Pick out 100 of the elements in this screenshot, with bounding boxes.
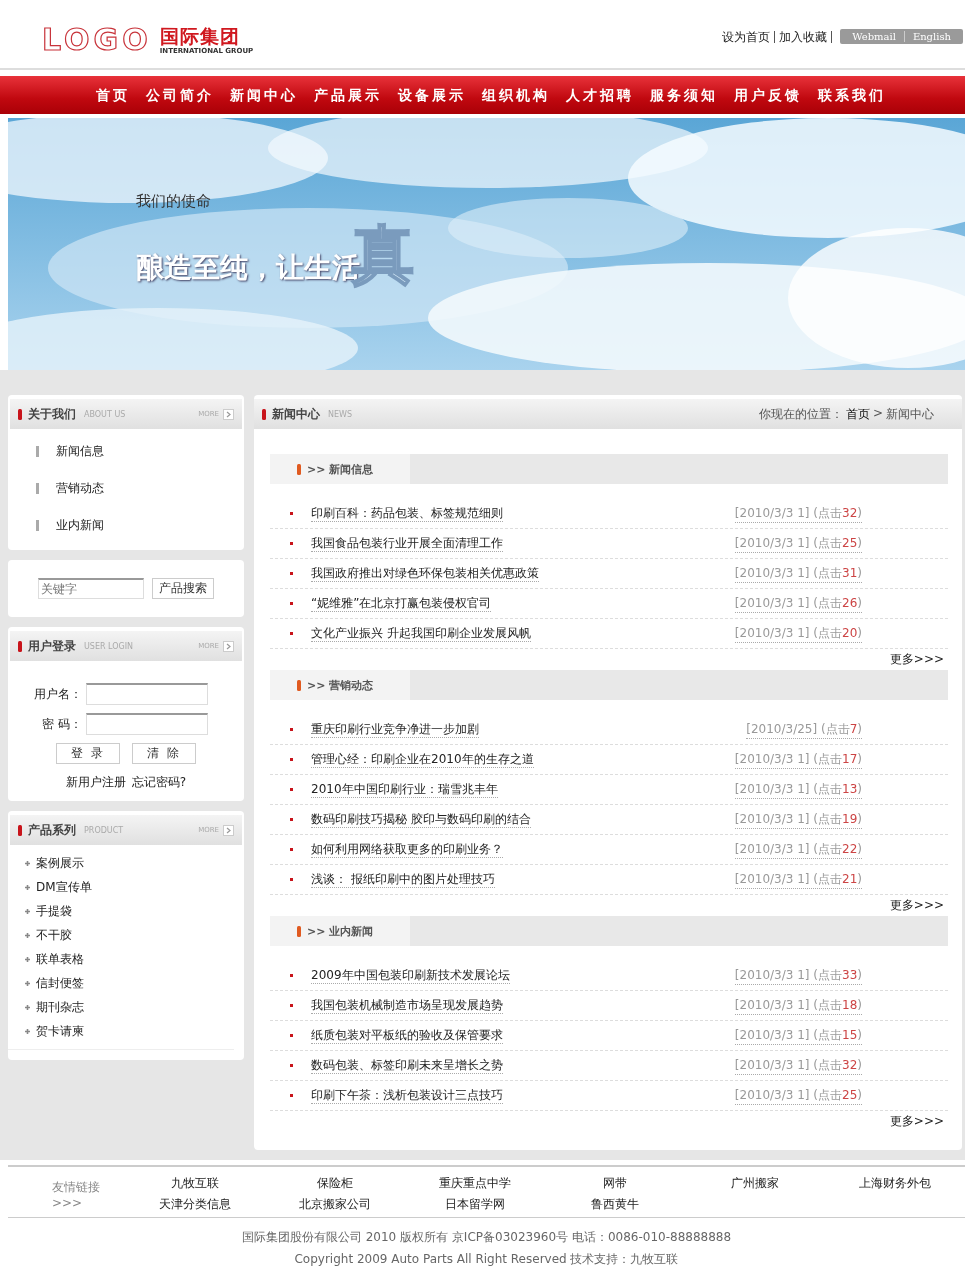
bullet-icon [290, 542, 293, 545]
nav-link[interactable]: 联系我们 [809, 85, 894, 105]
product-link[interactable]: DM宣传单 [36, 878, 92, 896]
marker-icon [18, 640, 22, 652]
news-meta: [2010/3/3 1] (点击25) [734, 1086, 862, 1105]
friend-link[interactable]: 北京搬家公司 [265, 1196, 405, 1213]
friend-link[interactable]: 九牧互联 [125, 1175, 265, 1192]
news-link[interactable]: 2009年中国包装印刷新技术发展论坛 [311, 967, 510, 984]
panel-title: 产品系列 [28, 821, 76, 839]
panel-title: 新闻中心 [272, 405, 320, 423]
news-meta: [2010/3/3 1] (点击19) [734, 810, 862, 829]
nav-link[interactable]: 组织机构 [473, 85, 558, 105]
more-link[interactable]: 更多>>> [889, 897, 944, 914]
news-meta: [2010/3/3 1] (点击18) [734, 996, 862, 1015]
product-link[interactable]: 不干胶 [36, 926, 72, 944]
news-link[interactable]: 重庆印刷行业竞争净进一步加剧 [311, 721, 479, 738]
news-meta: [2010/3/3 1] (点击26) [734, 594, 862, 613]
login-button[interactable]: 登 录 [56, 743, 120, 764]
product-link[interactable]: 期刊杂志 [36, 998, 84, 1016]
friend-link[interactable]: 日本留学网 [405, 1196, 545, 1213]
product-link[interactable]: 贺卡请柬 [36, 1022, 84, 1040]
news-meta: [2010/3/3 1] (点击32) [734, 504, 862, 523]
friend-link[interactable]: 重庆重点中学 [405, 1175, 545, 1192]
nav-link[interactable]: 用户反馈 [725, 85, 810, 105]
more-link[interactable]: 更多>>> [889, 1113, 944, 1130]
breadcrumb-link[interactable]: 新闻中心 [886, 405, 934, 423]
field-label: 用户名： [33, 685, 82, 703]
product-link[interactable]: 信封便签 [36, 974, 84, 992]
input-field[interactable] [86, 713, 208, 735]
panel-subtitle: PRODUCT [84, 825, 124, 835]
news-link[interactable]: 文化产业振兴 升起我国印刷企业发展风帆 [311, 625, 531, 642]
login-button[interactable]: 清 除 [132, 743, 196, 764]
news-link[interactable]: 我国政府推出对绿色环保包装相关优惠政策 [311, 565, 539, 582]
arrow-icon [223, 408, 234, 420]
nav-link[interactable]: 公司简介 [137, 85, 222, 105]
links-label: 友情链接>>> [52, 1178, 101, 1210]
arrow-icon [223, 824, 234, 836]
nav-link[interactable]: 产品展示 [305, 85, 390, 105]
news-link[interactable]: 如何利用网络获取更多的印刷业务？ [311, 841, 503, 858]
top-link[interactable]: 设为首页 [718, 30, 776, 43]
search-field[interactable]: 关键字 [38, 578, 144, 599]
section-title: >> 业内新闻 [307, 923, 374, 939]
breadcrumb-link[interactable]: 首页 [845, 405, 870, 423]
panel-title: 关于我们 [28, 405, 76, 423]
news-meta: [2010/3/3 1] (点击17) [734, 750, 862, 769]
friend-link[interactable]: 上海财务外包 [825, 1175, 965, 1192]
input-field[interactable] [86, 683, 208, 705]
nav-link[interactable]: 服务须知 [641, 85, 726, 105]
news-link[interactable]: 印刷下午茶：浅析包装设计三点技巧 [311, 1087, 503, 1104]
news-meta: [2010/3/3 1] (点击25) [734, 534, 862, 553]
bullet-icon [290, 632, 293, 635]
panel-subtitle: ABOUT US [84, 409, 126, 419]
news-link[interactable]: 我国食品包装行业开展全面清理工作 [311, 535, 503, 552]
friend-link[interactable]: 鲁西黄牛 [545, 1196, 685, 1213]
nav-link[interactable]: 新闻中心 [221, 85, 306, 105]
news-meta: [2010/3/25] (点击7) [746, 720, 862, 739]
product-link[interactable]: 案例展示 [36, 854, 84, 872]
about-link[interactable]: 新闻信息 [56, 443, 104, 460]
news-link[interactable]: 浅谈： 报纸印刷中的图片处理技巧 [311, 871, 495, 888]
news-link[interactable]: 2010年中国印刷行业：瑞雪兆丰年 [311, 781, 498, 798]
bullet-icon [290, 1004, 293, 1007]
bullet-icon [290, 572, 293, 575]
logo-mark: LOGO [42, 24, 152, 56]
marker-icon [297, 463, 301, 475]
account-link[interactable]: 新用户注册 [65, 774, 126, 791]
news-meta: [2010/3/3 1] (点击15) [734, 1026, 862, 1045]
news-link[interactable]: 我国包装机械制造市场呈现发展趋势 [311, 997, 503, 1014]
product-link[interactable]: 联单表格 [36, 950, 84, 968]
marker-icon [262, 408, 266, 420]
more-link[interactable]: 更多>>> [889, 651, 944, 668]
plus-icon [24, 1003, 31, 1011]
breadcrumb-separator: > [872, 405, 883, 422]
marker-icon [297, 925, 301, 937]
news-link[interactable]: “妮维雅”在北京打赢包装侵权官司 [311, 595, 492, 612]
marker-icon [297, 679, 301, 691]
nav-link[interactable]: 人才招聘 [557, 85, 642, 105]
nav-link[interactable]: 首页 [87, 85, 138, 105]
friend-link[interactable]: 保险柜 [265, 1175, 405, 1192]
news-link[interactable]: 数码包装、标签印刷未来呈增长之势 [311, 1057, 503, 1074]
about-link[interactable]: 业内新闻 [56, 517, 104, 534]
friend-link[interactable]: 网带 [545, 1175, 685, 1192]
friend-link[interactable]: 广州搬家 [685, 1175, 825, 1192]
product-link[interactable]: 手提袋 [36, 902, 72, 920]
bullet-icon [290, 974, 293, 977]
news-meta: [2010/3/3 1] (点击22) [734, 840, 862, 859]
friend-link[interactable]: 天津分类信息 [125, 1196, 265, 1213]
news-meta: [2010/3/3 1] (点击13) [734, 780, 862, 799]
plus-icon [24, 979, 31, 987]
account-link[interactable]: 忘记密码? [131, 774, 187, 791]
news-link[interactable]: 数码印刷技巧揭秘 胶印与数码印刷的结合 [311, 811, 531, 828]
search-button[interactable]: 产品搜索 [152, 578, 214, 599]
about-link[interactable]: 营销动态 [56, 480, 104, 497]
news-meta: [2010/3/3 1] (点击21) [734, 870, 862, 889]
panel-subtitle: USER LOGIN [84, 641, 134, 651]
top-link[interactable]: 加入收藏 [775, 30, 833, 43]
nav-link[interactable]: 设备展示 [389, 85, 474, 105]
news-link[interactable]: 管理心经：印刷企业在2010年的生存之道 [311, 751, 534, 768]
news-link[interactable]: 纸质包装对平板纸的验收及保管要求 [311, 1027, 503, 1044]
news-link[interactable]: 印刷百科：药品包装、标签规范细则 [311, 505, 503, 522]
logo-name: 国际集团 [159, 24, 241, 47]
